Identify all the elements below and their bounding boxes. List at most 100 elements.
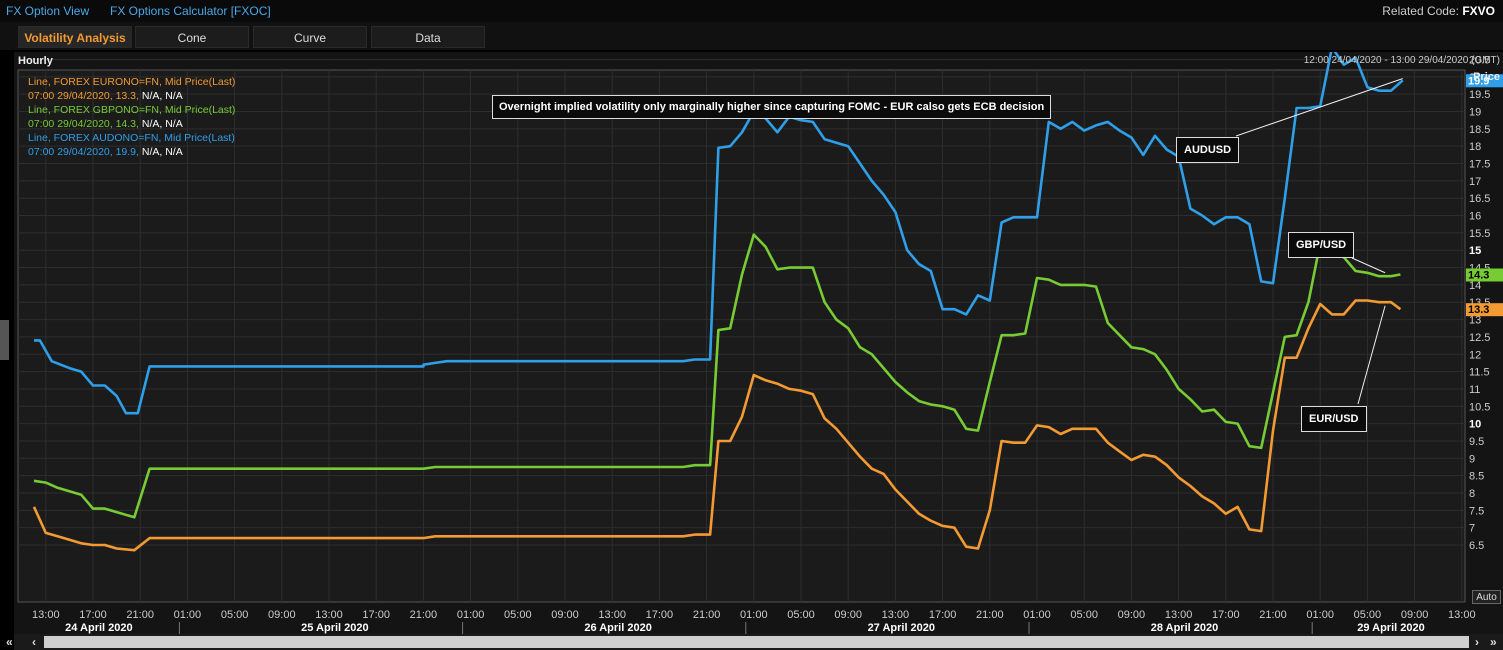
y-tick-label: 15 — [1469, 245, 1481, 257]
x-tick-label: 05:00 — [787, 609, 815, 621]
x-tick-label: 13:00 — [1165, 609, 1193, 621]
scroll-next-button[interactable]: › — [1475, 634, 1479, 650]
date-label: 28 April 2020 — [1151, 622, 1218, 634]
legend-eur-extra: N/A, N/A — [138, 90, 183, 102]
y-tick-label: 8 — [1469, 488, 1475, 500]
y-tick-label: 11 — [1469, 384, 1480, 396]
y-tick-label: 10 — [1469, 419, 1481, 431]
x-tick-label: 09:00 — [551, 609, 579, 621]
y-tick-label: 14 — [1469, 280, 1481, 292]
y-tick-label: 9 — [1469, 453, 1475, 465]
audusd-annotation: AUDUSD — [1176, 137, 1240, 163]
interval-label: Hourly — [18, 55, 53, 67]
legend-gbp-time: 07:00 29/04/2020, 14.3, — [28, 118, 139, 130]
y-tick-label: 17 — [1469, 176, 1481, 188]
price-axis-title: Price — [1473, 71, 1500, 83]
x-tick-label: 05:00 — [1070, 609, 1098, 621]
chart-area: 6.577.588.599.51010.51111.51212.51313.51… — [14, 52, 1503, 650]
x-tick-label: 01:00 — [457, 609, 485, 621]
y-tick-label: 19.5 — [1469, 89, 1490, 101]
date-label: 25 April 2020 — [301, 622, 368, 634]
y-tick-label: 9.5 — [1469, 436, 1484, 448]
auto-scale-button[interactable]: Auto — [1472, 590, 1501, 604]
x-tick-label: 01:00 — [174, 609, 202, 621]
y-tick-label: 8.5 — [1469, 471, 1484, 483]
tab-curve[interactable]: Curve — [253, 26, 367, 48]
y-tick-label: 19 — [1469, 107, 1481, 119]
y-tick-label: 18.5 — [1469, 124, 1490, 136]
x-tick-label: 17:00 — [79, 609, 107, 621]
legend-gbp-extra: N/A, N/A — [138, 118, 183, 130]
y-tick-label: 18 — [1469, 141, 1481, 153]
legend: Line, FOREX EURONO=FN, Mid Price(Last) 0… — [28, 75, 235, 159]
x-tick-label: 09:00 — [834, 609, 862, 621]
y-tick-label: 7 — [1469, 523, 1475, 535]
panel-collapse-handle[interactable] — [0, 320, 9, 360]
legend-gbp-values: 07:00 29/04/2020, 14.3, N/A, N/A — [28, 117, 235, 131]
last-value-label: 13.3 — [1468, 304, 1489, 316]
y-axis: 6.577.588.599.51010.51111.51212.51313.51… — [1466, 54, 1503, 552]
x-tick-label: 05:00 — [1354, 609, 1382, 621]
x-tick-label: 09:00 — [1118, 609, 1146, 621]
fx-option-view-link[interactable]: FX Option View — [6, 4, 89, 18]
x-axis: 13:00 17:00 21:00 01:00 05:00 09:00 13:00 17:00… — [32, 609, 1476, 634]
tab-data[interactable]: Data — [371, 26, 485, 48]
headline-annotation: Overnight implied volatility only margin… — [492, 95, 1052, 119]
x-tick-label: 17:00 — [362, 609, 390, 621]
x-tick-label: 21:00 — [126, 609, 154, 621]
gbpusd-annotation: GBP/USD — [1288, 232, 1355, 258]
scroll-last-button[interactable]: » — [1490, 634, 1497, 650]
scroll-first-button[interactable]: « — [6, 634, 13, 650]
date-label: 27 April 2020 — [868, 622, 935, 634]
tab-bar: Volatility Analysis Cone Curve Data — [0, 22, 1503, 50]
x-tick-label: 21:00 — [693, 609, 721, 621]
tab-cone[interactable]: Cone — [135, 26, 249, 48]
y-tick-label: 16 — [1469, 211, 1481, 223]
date-label: 24 April 2020 — [65, 622, 132, 634]
x-tick-label: 05:00 — [221, 609, 249, 621]
x-tick-label: 13:00 — [1448, 609, 1476, 621]
legend-eur-values: 07:00 29/04/2020, 13.3, N/A, N/A — [28, 89, 235, 103]
y-tick-label: 16.5 — [1469, 193, 1490, 205]
x-tick-label: 05:00 — [504, 609, 532, 621]
date-label: 26 April 2020 — [584, 622, 651, 634]
legend-eur-time: 07:00 29/04/2020, 13.3, — [28, 90, 139, 102]
legend-gbp-title: Line, FOREX GBPONO=FN, Mid Price(Last) — [28, 104, 236, 116]
x-tick-label: 01:00 — [1306, 609, 1334, 621]
y-tick-label: 17.5 — [1469, 159, 1490, 171]
y-tick-label: 6.5 — [1469, 540, 1484, 552]
y-tick-label: 12.5 — [1469, 332, 1490, 344]
y-tick-label: 7.5 — [1469, 505, 1484, 517]
y-tick-label: 12 — [1469, 349, 1481, 361]
eurusd-annotation: EUR/USD — [1301, 406, 1367, 432]
x-tick-label: 13:00 — [882, 609, 910, 621]
volatility-chart: 6.577.588.599.51010.51111.51212.51313.51… — [17, 52, 1503, 634]
x-tick-label: 13:00 — [315, 609, 343, 621]
x-tick-label: 01:00 — [740, 609, 768, 621]
x-tick-label: 01:00 — [1023, 609, 1051, 621]
date-label: 29 April 2020 — [1357, 622, 1424, 634]
x-tick-label: 13:00 — [598, 609, 626, 621]
x-tick-label: 17:00 — [929, 609, 957, 621]
scroll-prev-button[interactable]: ‹ — [32, 634, 36, 650]
x-tick-label: 17:00 — [646, 609, 674, 621]
y-tick-label: 15.5 — [1469, 228, 1490, 240]
y-tick-label: 10.5 — [1469, 401, 1490, 413]
y-tick-label: 11.5 — [1469, 367, 1490, 379]
y-tick-label: 13 — [1469, 315, 1481, 327]
time-scrollbar[interactable]: « ‹ › » — [6, 634, 1503, 650]
related-code-label: Related Code: — [1382, 4, 1459, 18]
x-tick-label: 21:00 — [410, 609, 438, 621]
fx-options-calculator-link[interactable]: FX Options Calculator [FXOC] — [110, 4, 271, 18]
x-tick-label: 21:00 — [976, 609, 1004, 621]
related-code: Related Code: FXVO — [1382, 4, 1495, 18]
tab-volatility-analysis[interactable]: Volatility Analysis — [18, 26, 132, 48]
scrollbar-thumb[interactable] — [44, 636, 1469, 648]
x-tick-label: 13:00 — [32, 609, 60, 621]
x-tick-label: 09:00 — [268, 609, 296, 621]
x-tick-label: 21:00 — [1259, 609, 1287, 621]
related-code-value: FXVO — [1462, 4, 1495, 18]
date-range-label: 12:00 24/04/2020 - 13:00 29/04/2020 (GMT… — [1303, 55, 1500, 66]
legend-eur-title: Line, FOREX EURONO=FN, Mid Price(Last) — [28, 76, 236, 88]
x-tick-label: 09:00 — [1401, 609, 1429, 621]
